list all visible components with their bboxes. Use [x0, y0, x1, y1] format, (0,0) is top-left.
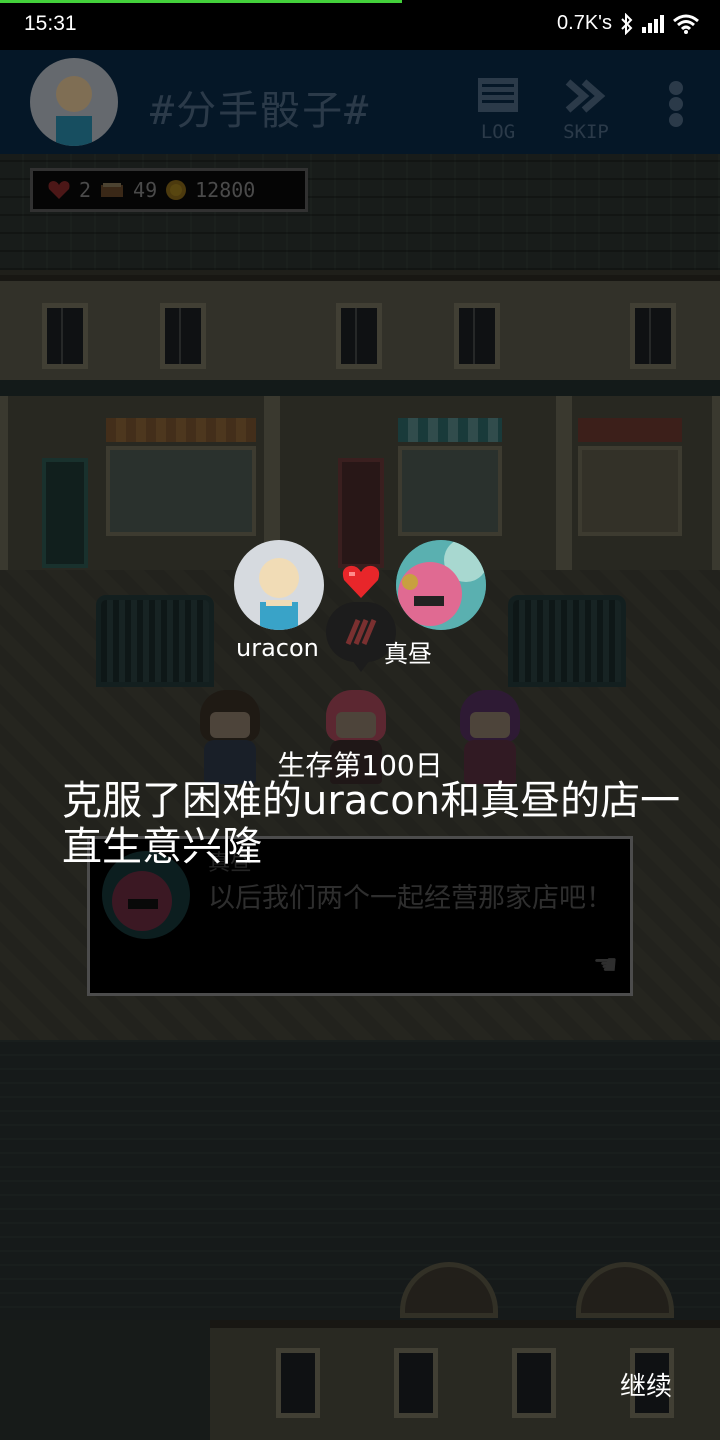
network-speed: 0.7K's	[557, 12, 612, 34]
partner-portrait	[396, 540, 486, 630]
ending-result-text: 克服了困难的uracon和真昼的店一直生意兴隆	[62, 778, 681, 870]
heart-icon	[342, 565, 380, 598]
partner-name: 真昼	[384, 640, 432, 668]
signal-icon	[642, 14, 664, 33]
continue-button[interactable]: 继续	[620, 1366, 672, 1403]
player-portrait	[234, 540, 324, 630]
ending-overlay	[0, 0, 720, 1440]
status-time: 15:31	[24, 12, 77, 35]
player-name: uracon	[236, 634, 319, 662]
wifi-icon	[673, 14, 699, 34]
loading-progress-line	[0, 0, 402, 3]
bluetooth-icon	[621, 12, 633, 35]
partner-avatar-icon	[396, 540, 486, 630]
player-avatar-icon	[259, 558, 299, 630]
status-bar: 15:31 0.7K's	[0, 0, 720, 50]
status-right: 0.7K's	[557, 12, 700, 35]
